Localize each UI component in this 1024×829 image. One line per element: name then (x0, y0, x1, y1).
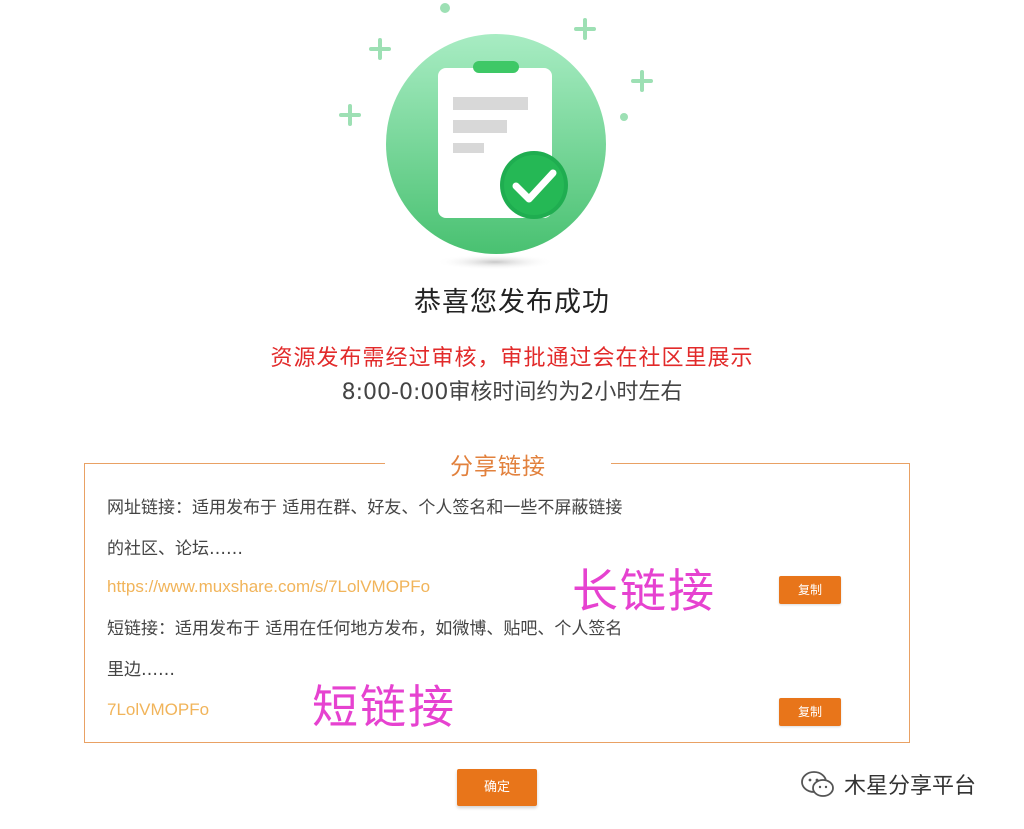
share-link-panel: 分享链接 网址链接：适用发布于 适用在群、好友、个人签名和一些不屏蔽链接 的社区… (84, 447, 910, 743)
long-link-description-line1: 网址链接：适用发布于 适用在群、好友、个人签名和一些不屏蔽链接 (107, 498, 623, 518)
page-title: 恭喜您发布成功 (414, 287, 610, 318)
long-link-annotation: 长链接 (572, 564, 716, 618)
review-time-notice: 8:00-0:00审核时间约为2小时左右 (341, 380, 683, 405)
copy-short-link-button[interactable]: 复制 (779, 698, 841, 726)
confirm-button[interactable]: 确定 (457, 769, 537, 806)
short-link-annotation: 短链接 (312, 680, 456, 734)
review-notice: 资源发布需经过审核，审批通过会在社区里展示 (270, 346, 754, 371)
long-link-url[interactable]: https://www.muxshare.com/s/7LolVMOPFo (107, 577, 430, 597)
short-link-code[interactable]: 7LolVMOPFo (107, 700, 209, 720)
wechat-official-account-icon (801, 771, 834, 797)
copy-long-link-button[interactable]: 复制 (779, 576, 841, 604)
watermark-text: 木星分享平台 (844, 774, 977, 799)
success-illustration (0, 0, 1024, 280)
clipboard-checkmark-icon (339, 3, 653, 270)
share-panel-title: 分享链接 (385, 447, 611, 481)
watermark: 木星分享平台 (800, 764, 976, 804)
